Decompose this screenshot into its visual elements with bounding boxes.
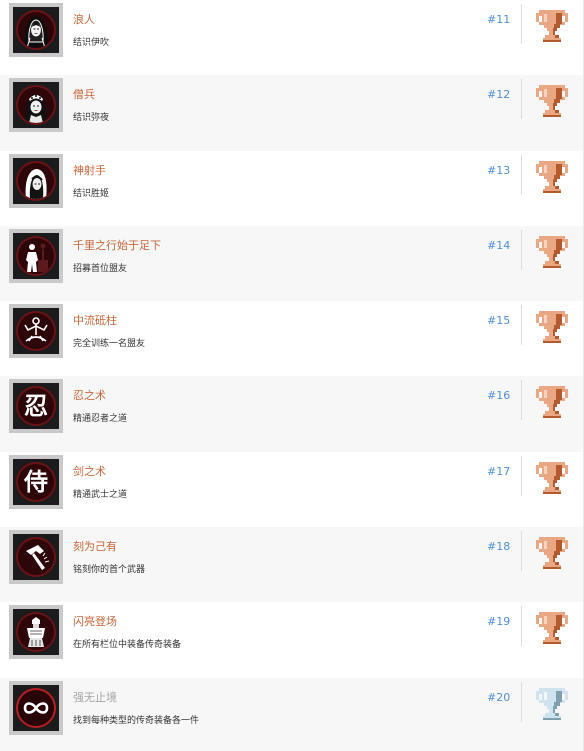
divider [521, 606, 522, 647]
ibuki-portrait-icon [16, 10, 56, 50]
achievement-badge [9, 680, 63, 735]
achievement-number: #13 [487, 163, 511, 177]
achievement-number: #20 [487, 690, 511, 704]
divider [521, 4, 522, 44]
achievement-number: #19 [487, 615, 511, 629]
divider [521, 455, 522, 496]
achievement-title: 剑之术 [73, 464, 106, 478]
bronze-trophy-icon [534, 610, 570, 646]
bronze-trophy-icon [534, 83, 570, 119]
divider [521, 154, 522, 195]
divider [521, 380, 522, 421]
achievement-badge: 侍 [9, 454, 63, 509]
achievement-title: 强无止境 [73, 690, 117, 704]
achievement-description: 铭刻你的首个武器 [73, 565, 146, 576]
infinity-icon [16, 687, 56, 728]
bronze-trophy-icon [534, 535, 570, 571]
ally-silhouette-icon [16, 235, 56, 276]
divider [521, 305, 522, 346]
divider [521, 79, 522, 120]
achievement-badge [9, 530, 63, 585]
achievement-description: 在所有栏位中装备传奇装备 [73, 640, 182, 651]
achievement-number: #11 [487, 13, 511, 26]
divider [521, 681, 522, 722]
achievement-description: 精通忍者之道 [73, 414, 128, 425]
achievement-row[interactable]: 闪亮登场 在所有栏位中装备传奇装备 #19 [0, 602, 584, 678]
achievement-row[interactable]: 强无止境 找到每种类型的传奇装备各一件 #20 [0, 677, 584, 751]
achievement-badge: 忍 [9, 379, 63, 434]
achievement-row[interactable]: 神射手 结识胜姬 #13 [0, 150, 584, 226]
meditating-figure-icon [16, 311, 56, 352]
achievement-row[interactable]: 中流砥柱 完全训练一名盟友 #15 [0, 301, 584, 377]
divider [521, 531, 522, 572]
achievement-badge [9, 605, 63, 660]
bronze-trophy-icon [534, 234, 570, 270]
achievement-number: #16 [487, 389, 511, 403]
achievement-title: 刻为己有 [73, 540, 117, 554]
achievement-number: #17 [487, 464, 511, 478]
achievement-number: #12 [487, 88, 511, 102]
achievement-row[interactable]: 浪人 结识伊吹 #11 [0, 0, 584, 76]
achievement-badge [9, 78, 63, 133]
bronze-trophy-icon [534, 384, 570, 420]
achievement-title: 浪人 [73, 13, 95, 26]
achievement-title: 僧兵 [73, 88, 95, 102]
armored-warrior-icon [16, 612, 56, 653]
bronze-trophy-icon [534, 8, 570, 44]
achievement-title: 中流砥柱 [73, 314, 117, 328]
achievement-row[interactable]: 千里之行始于足下 招募首位盟友 #14 [0, 225, 584, 302]
achievement-description: 找到每种类型的传奇装备各一件 [73, 715, 200, 726]
achievement-number: #18 [487, 540, 511, 554]
achievement-title: 忍之术 [73, 389, 106, 403]
bronze-trophy-icon [534, 460, 570, 496]
katsuhime-portrait-icon [16, 160, 56, 201]
achievement-title: 神射手 [73, 163, 106, 177]
samurai-kanji-icon: 侍 [16, 461, 56, 502]
achievement-badge [9, 3, 63, 57]
achievement-number: #15 [487, 314, 511, 328]
achievement-badge [9, 304, 63, 359]
nin-kanji-icon: 忍 [16, 386, 56, 427]
achievement-description: 结识胜姬 [73, 188, 110, 199]
achievement-number: #14 [487, 238, 511, 252]
achievement-title: 千里之行始于足下 [73, 238, 161, 252]
silver-trophy-icon [534, 686, 570, 722]
divider [521, 229, 522, 270]
miya-portrait-icon [16, 85, 56, 126]
achievement-description: 结识伊吹 [73, 38, 110, 48]
bronze-trophy-icon [534, 159, 570, 195]
achievement-row[interactable]: 僧兵 结识弥夜 #12 [0, 75, 584, 151]
achievement-description: 精通武士之道 [73, 489, 128, 500]
achievement-badge [9, 228, 63, 283]
achievement-row[interactable]: 侍 剑之术 精通武士之道 #17 [0, 451, 584, 528]
achievement-row[interactable]: 刻为己有 铭刻你的首个武器 #18 [0, 527, 584, 603]
achievement-badge [9, 153, 63, 208]
achievement-row[interactable]: 忍 忍之术 精通忍者之道 #16 [0, 376, 584, 452]
achievement-description: 结识弥夜 [73, 113, 110, 124]
hammer-icon [16, 537, 56, 578]
achievement-description: 完全训练一名盟友 [73, 339, 146, 350]
achievement-description: 招募首位盟友 [73, 263, 128, 274]
bronze-trophy-icon [534, 309, 570, 345]
achievement-list: 浪人 结识伊吹 #11 僧兵 结识弥夜 #12 神射手 结识胜姬 #13 千里之… [0, 0, 584, 751]
achievement-title: 闪亮登场 [73, 615, 117, 629]
